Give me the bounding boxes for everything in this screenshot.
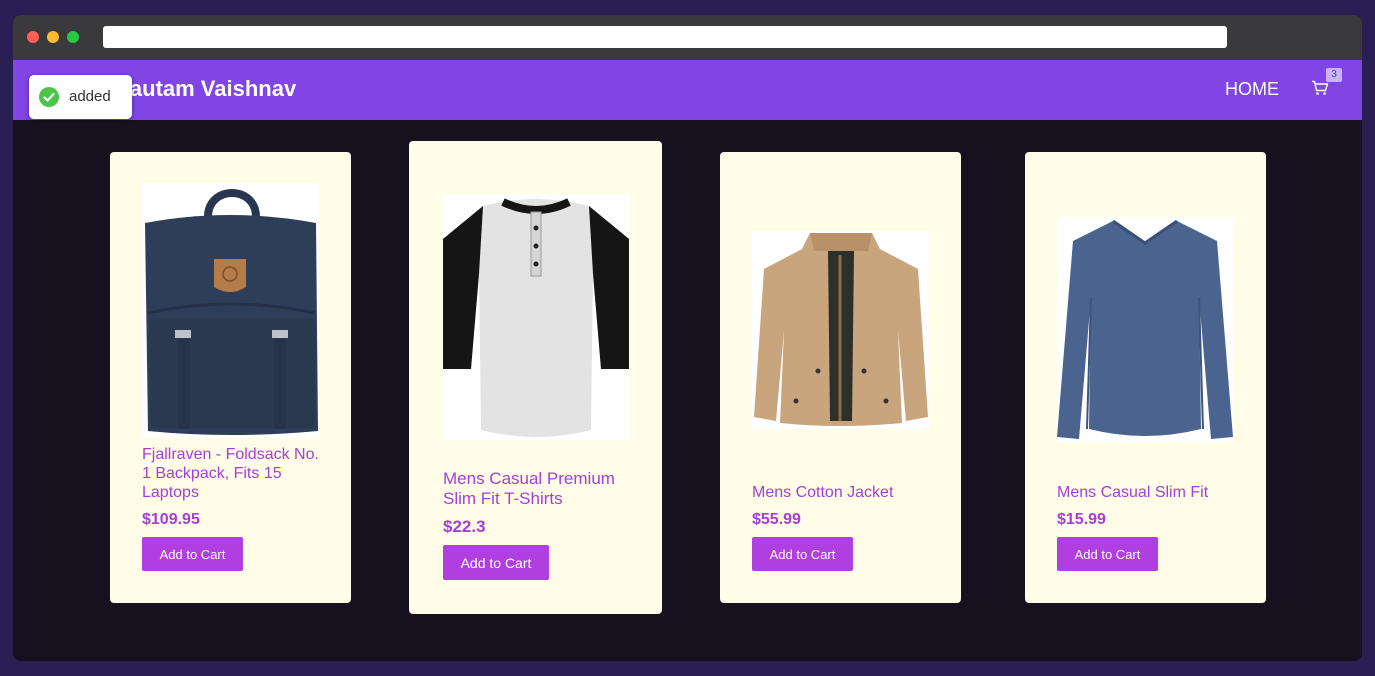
cart-count-badge: 3 (1326, 68, 1342, 82)
add-to-cart-button[interactable]: Add to Cart (752, 537, 853, 571)
product-price: $22.3 (443, 517, 486, 536)
minimize-window-button[interactable] (47, 31, 59, 43)
product-card: Mens Casual Premium Slim Fit T-Shirts $2… (409, 141, 662, 614)
product-image-backpack[interactable] (142, 183, 319, 438)
product-title[interactable]: Mens Casual Premium Slim Fit T-Shirts (443, 469, 633, 509)
browser-titlebar (13, 15, 1362, 60)
product-card: Mens Cotton Jacket $55.99 Add to Cart (720, 152, 961, 603)
address-bar[interactable] (103, 26, 1227, 48)
product-image-long-sleeve-tee[interactable] (1057, 217, 1234, 442)
cart-icon (1312, 80, 1329, 95)
product-price: $109.95 (142, 511, 200, 528)
maximize-window-button[interactable] (67, 31, 79, 43)
product-card: Fjallraven - Foldsack No. 1 Backpack, Fi… (110, 152, 351, 603)
browser-window: by Gautam Vaishnav HOME 3 Fjallraven - F… (13, 15, 1362, 661)
product-image-jacket[interactable] (752, 231, 929, 429)
add-to-cart-button[interactable]: Add to Cart (1057, 537, 1158, 571)
add-to-cart-button[interactable]: Add to Cart (142, 537, 243, 571)
navbar: by Gautam Vaishnav HOME 3 (13, 60, 1362, 120)
cart-button[interactable]: 3 (1311, 68, 1342, 99)
check-circle-icon (39, 87, 59, 107)
product-title[interactable]: Fjallraven - Foldsack No. 1 Backpack, Fi… (142, 445, 322, 502)
toast-message: added (69, 88, 111, 105)
product-title[interactable]: Mens Casual Slim Fit (1057, 483, 1237, 502)
product-title[interactable]: Mens Cotton Jacket (752, 483, 932, 502)
product-price: $15.99 (1057, 511, 1106, 528)
product-image-shirt[interactable] (443, 194, 629, 440)
product-card: Mens Casual Slim Fit $15.99 Add to Cart (1025, 152, 1266, 603)
add-to-cart-button[interactable]: Add to Cart (443, 545, 549, 580)
nav-home-link[interactable]: HOME (1225, 79, 1279, 100)
toast-notification[interactable]: added (29, 75, 132, 119)
close-window-button[interactable] (27, 31, 39, 43)
product-price: $55.99 (752, 511, 801, 528)
